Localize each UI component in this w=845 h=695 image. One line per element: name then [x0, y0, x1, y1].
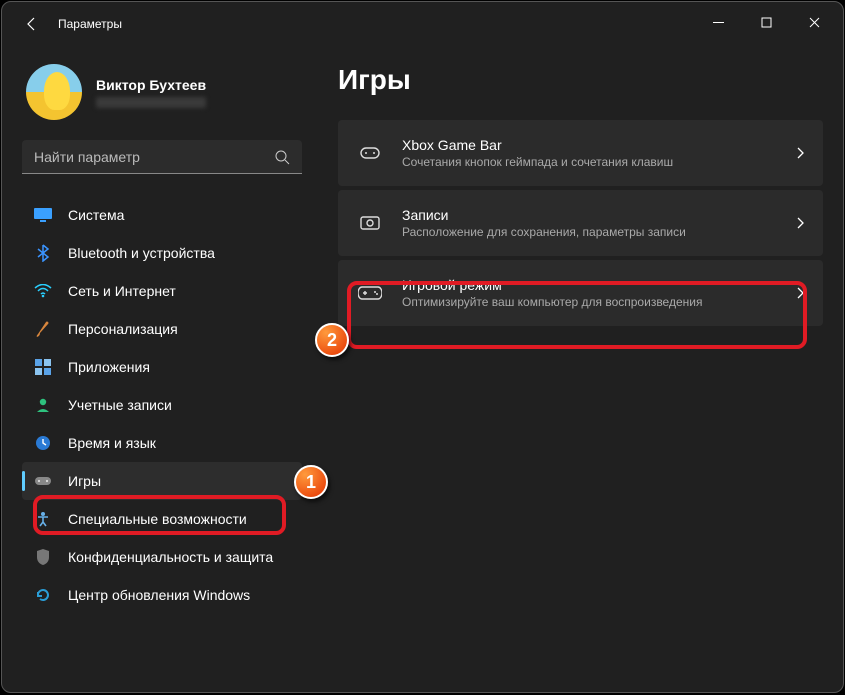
- captures-icon: [356, 214, 384, 232]
- gamepad-icon: [34, 472, 52, 490]
- profile-block[interactable]: Виктор Бухтеев: [26, 64, 302, 120]
- profile-name: Виктор Бухтеев: [96, 77, 206, 93]
- sidebar-item-label: Специальные возможности: [68, 511, 247, 527]
- sidebar-item-accounts[interactable]: Учетные записи: [22, 386, 302, 424]
- sidebar-item-time-language[interactable]: Время и язык: [22, 424, 302, 462]
- person-icon: [34, 396, 52, 414]
- card-title: Xbox Game Bar: [402, 137, 795, 153]
- apps-icon: [34, 358, 52, 376]
- monitor-icon: [34, 206, 52, 224]
- sidebar-item-bluetooth[interactable]: Bluetooth и устройства: [22, 234, 302, 272]
- close-button[interactable]: [791, 6, 837, 38]
- maximize-button[interactable]: [743, 6, 789, 38]
- profile-email-redacted: [96, 97, 206, 108]
- annotation-badge-2: 2: [315, 323, 349, 357]
- sidebar-item-label: Время и язык: [68, 435, 156, 451]
- card-xbox-game-bar[interactable]: Xbox Game Bar Сочетания кнопок геймпада …: [338, 120, 823, 186]
- annotation-badge-1: 1: [294, 465, 328, 499]
- sidebar-item-system[interactable]: Система: [22, 196, 302, 234]
- sidebar-item-label: Игры: [68, 473, 101, 489]
- page-title: Игры: [338, 64, 823, 96]
- sidebar-item-label: Приложения: [68, 359, 150, 375]
- brush-icon: [34, 320, 52, 338]
- xbox-icon: [356, 144, 384, 162]
- chevron-right-icon: [795, 216, 805, 230]
- sidebar-item-label: Учетные записи: [68, 397, 172, 413]
- clock-icon: [34, 434, 52, 452]
- sidebar-item-privacy[interactable]: Конфиденциальность и защита: [22, 538, 302, 576]
- card-game-mode[interactable]: Игровой режим Оптимизируйте ваш компьюте…: [338, 260, 823, 326]
- card-desc: Оптимизируйте ваш компьютер для воспроиз…: [402, 295, 795, 309]
- sidebar-item-label: Персонализация: [68, 321, 178, 337]
- wifi-icon: [34, 282, 52, 300]
- accessibility-icon: [34, 510, 52, 528]
- chevron-right-icon: [795, 146, 805, 160]
- sidebar-item-gaming[interactable]: Игры: [22, 462, 302, 500]
- game-mode-icon: [356, 285, 384, 301]
- back-button[interactable]: [18, 10, 46, 38]
- sidebar-item-accessibility[interactable]: Специальные возможности: [22, 500, 302, 538]
- card-desc: Сочетания кнопок геймпада и сочетания кл…: [402, 155, 795, 169]
- search-icon: [274, 149, 290, 165]
- sidebar-item-network[interactable]: Сеть и Интернет: [22, 272, 302, 310]
- sidebar-item-apps[interactable]: Приложения: [22, 348, 302, 386]
- card-title: Игровой режим: [402, 277, 795, 293]
- card-desc: Расположение для сохранения, параметры з…: [402, 225, 795, 239]
- sidebar-item-windows-update[interactable]: Центр обновления Windows: [22, 576, 302, 614]
- card-captures[interactable]: Записи Расположение для сохранения, пара…: [338, 190, 823, 256]
- search-input[interactable]: [22, 140, 302, 174]
- chevron-right-icon: [795, 286, 805, 300]
- window-title: Параметры: [58, 17, 122, 31]
- sidebar-item-label: Конфиденциальность и защита: [68, 549, 273, 565]
- bluetooth-icon: [34, 244, 52, 262]
- card-title: Записи: [402, 207, 795, 223]
- sidebar-item-label: Центр обновления Windows: [68, 587, 250, 603]
- update-icon: [34, 586, 52, 604]
- shield-icon: [34, 548, 52, 566]
- sidebar-item-label: Система: [68, 207, 124, 223]
- sidebar-item-label: Bluetooth и устройства: [68, 245, 215, 261]
- minimize-button[interactable]: [695, 6, 741, 38]
- avatar: [26, 64, 82, 120]
- search-field[interactable]: [34, 149, 274, 165]
- sidebar-item-personalization[interactable]: Персонализация: [22, 310, 302, 348]
- sidebar-item-label: Сеть и Интернет: [68, 283, 176, 299]
